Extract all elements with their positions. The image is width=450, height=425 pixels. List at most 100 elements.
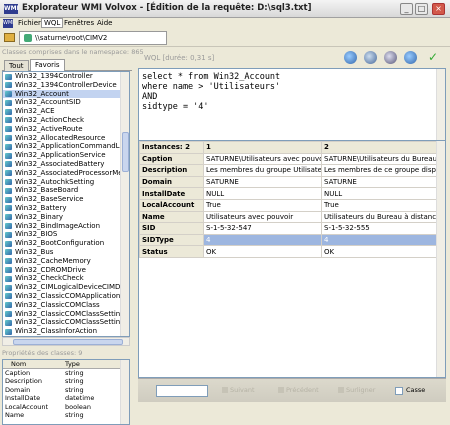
class-list-item[interactable]: Win32_ClassicCOMClass bbox=[3, 301, 121, 310]
menu-fichier[interactable]: Fichier bbox=[18, 19, 41, 27]
class-list[interactable]: Win32_1394Controller Win32_1394Controller… bbox=[2, 71, 130, 337]
class-list-item[interactable]: Win32_ClassicCOMClassSetting bbox=[3, 310, 125, 319]
result-cell[interactable]: NULL bbox=[321, 187, 440, 200]
column-nom[interactable]: Nom bbox=[11, 360, 26, 368]
result-cell[interactable]: 4 bbox=[321, 233, 440, 247]
class-list-item[interactable]: Win32_1394ControllerDevice bbox=[3, 81, 121, 90]
menu-fenetres[interactable]: Fenêtres bbox=[64, 19, 94, 27]
class-list-item[interactable]: Win32_Binary bbox=[3, 213, 121, 222]
column-type[interactable]: Type bbox=[65, 360, 80, 368]
refresh-icon[interactable] bbox=[364, 51, 377, 64]
properties-table[interactable]: Nom Type Caption string Description string D… bbox=[2, 359, 130, 425]
class-list-item[interactable]: Win32_AccountSID bbox=[3, 98, 121, 107]
class-list-item[interactable]: Win32_ActionCheck bbox=[3, 116, 121, 125]
class-list-item[interactable]: Win32_BindImageAction bbox=[3, 222, 121, 231]
result-cell[interactable]: Les membres du groupe Utilisateurs bbox=[203, 164, 322, 177]
property-row[interactable]: Description string bbox=[3, 377, 121, 385]
class-list-item[interactable]: Win32_ApplicationCommandLine bbox=[3, 142, 129, 151]
scroll-thumb[interactable] bbox=[122, 132, 129, 172]
class-list-item[interactable]: Win32_1394Controller bbox=[3, 72, 121, 81]
result-cell[interactable]: SATURNE\Utilisateurs du Bureau à bbox=[321, 152, 440, 166]
property-row[interactable]: LocalAccount boolean bbox=[3, 403, 121, 411]
results-row[interactable]: Description Les membres du groupe Utilisa… bbox=[139, 164, 440, 177]
class-list-item[interactable]: Win32_Battery bbox=[3, 204, 121, 213]
class-list-item[interactable]: Win32_AllocatedResource bbox=[3, 134, 121, 143]
class-list-item[interactable]: Win32_CacheMemory bbox=[3, 257, 121, 266]
check-icon[interactable]: ✓ bbox=[428, 51, 442, 64]
case-checkbox[interactable] bbox=[395, 387, 403, 395]
results-row[interactable]: SIDType 4 4 bbox=[139, 233, 440, 247]
class-list-item[interactable]: Win32_ACE bbox=[3, 107, 121, 116]
instance-column-1[interactable]: 1 bbox=[203, 141, 322, 154]
class-list-item[interactable]: Win32_BaseBoard bbox=[3, 186, 121, 195]
properties-scrollbar[interactable] bbox=[120, 360, 129, 424]
result-cell[interactable]: Utilisateurs avec pouvoir bbox=[203, 210, 322, 224]
results-grid[interactable]: Instances: 2 1 2 Caption SATURNE\Utilisat… bbox=[138, 140, 446, 378]
query-editor[interactable]: select * from Win32_Account where name >… bbox=[138, 68, 446, 145]
export-icon[interactable] bbox=[404, 51, 417, 64]
class-list-item[interactable]: Win32_BaseService bbox=[3, 195, 121, 204]
class-list-item[interactable]: Win32_CIMLogicalDeviceCIMDataFile bbox=[3, 283, 129, 292]
class-list-item[interactable]: Win32_CDROMDrive bbox=[3, 266, 121, 275]
class-list-scrollbar[interactable] bbox=[120, 72, 129, 336]
minimize-button[interactable]: _ bbox=[400, 3, 413, 15]
result-cell[interactable]: OK bbox=[203, 245, 322, 258]
results-scrollbar[interactable] bbox=[436, 141, 445, 377]
result-cell[interactable]: Les membres de ce groupe dispose bbox=[321, 164, 440, 177]
result-cell[interactable]: 4 bbox=[203, 233, 322, 247]
class-list-item[interactable]: Win32_ApplicationService bbox=[3, 151, 121, 160]
folder-icon[interactable] bbox=[4, 33, 15, 42]
property-row[interactable]: Name string bbox=[3, 411, 121, 419]
result-cell[interactable]: Utilisateurs du Bureau à distance bbox=[321, 210, 440, 224]
class-list-item[interactable]: Win32_BIOS bbox=[3, 230, 121, 239]
result-cell[interactable]: OK bbox=[321, 245, 440, 258]
results-row[interactable]: Name Utilisateurs avec pouvoir Utilisateur… bbox=[139, 210, 440, 224]
search-previous-button[interactable]: Précédent bbox=[278, 386, 319, 394]
result-cell[interactable]: True bbox=[203, 198, 322, 212]
class-list-hscrollbar[interactable] bbox=[2, 337, 130, 346]
result-cell[interactable]: S-1-5-32-547 bbox=[203, 222, 322, 235]
editor-scrollbar[interactable] bbox=[436, 69, 445, 144]
result-cell[interactable]: SATURNE bbox=[203, 175, 322, 189]
class-list-item[interactable]: Win32_ClassicCOMApplicationClasses bbox=[3, 292, 129, 301]
result-cell[interactable]: SATURNE bbox=[321, 175, 440, 189]
print-icon[interactable] bbox=[384, 51, 397, 64]
results-row[interactable]: Status OK OK bbox=[139, 245, 440, 258]
tab-favoris[interactable]: Favoris bbox=[30, 59, 65, 71]
tab-tout[interactable]: Tout bbox=[4, 60, 29, 71]
class-list-item[interactable]: Win32_AssociatedBattery bbox=[3, 160, 121, 169]
class-list-item[interactable]: Win32_CheckCheck bbox=[3, 274, 121, 283]
menu-aide[interactable]: Aide bbox=[97, 19, 112, 27]
class-list-item[interactable]: Win32_Bus bbox=[3, 248, 121, 257]
search-input[interactable] bbox=[156, 385, 208, 397]
property-row[interactable]: Caption string bbox=[3, 369, 121, 377]
close-button[interactable]: × bbox=[432, 3, 445, 15]
result-cell[interactable]: True bbox=[321, 198, 440, 212]
results-row[interactable]: SID S-1-5-32-547 S-1-5-32-555 bbox=[139, 222, 440, 235]
namespace-tab[interactable]: \\saturne\root\CIMV2 bbox=[19, 31, 167, 45]
search-next-button[interactable]: Suivant bbox=[222, 386, 255, 394]
run-query-icon[interactable] bbox=[344, 51, 357, 64]
results-row[interactable]: Domain SATURNE SATURNE bbox=[139, 175, 440, 189]
property-row[interactable]: Domain string bbox=[3, 386, 121, 394]
class-list-item[interactable]: Win32_AutochkSetting bbox=[3, 178, 121, 187]
results-row[interactable]: InstallDate NULL NULL bbox=[139, 187, 440, 200]
result-cell[interactable]: NULL bbox=[203, 187, 322, 200]
hscroll-thumb[interactable] bbox=[13, 339, 123, 345]
class-list-item[interactable]: Win32_ClassicCOMClassSettings bbox=[3, 318, 128, 327]
child-window-icon[interactable]: WMI bbox=[3, 19, 14, 28]
class-list-item[interactable]: Win32_AssociatedProcessorMemory bbox=[3, 169, 129, 178]
results-row[interactable]: Caption SATURNE\Utilisateurs avec pouvoir… bbox=[139, 152, 440, 166]
instance-column-2[interactable]: 2 bbox=[321, 141, 440, 154]
menu-wql[interactable]: WQL bbox=[41, 18, 64, 28]
results-row[interactable]: LocalAccount True True bbox=[139, 198, 440, 212]
class-list-item[interactable]: Win32_ActiveRoute bbox=[3, 125, 121, 134]
result-cell[interactable]: SATURNE\Utilisateurs avec pouvoir bbox=[203, 152, 322, 166]
result-cell[interactable]: S-1-5-32-555 bbox=[321, 222, 440, 235]
property-row[interactable]: InstallDate datetime bbox=[3, 394, 121, 402]
class-list-item[interactable]: Win32_Account bbox=[3, 89, 121, 99]
highlight-button[interactable]: Surligner bbox=[338, 386, 375, 394]
maximize-button[interactable]: □ bbox=[415, 3, 428, 15]
class-list-item[interactable]: Win32_ClassInforAction bbox=[3, 327, 121, 336]
class-list-item[interactable]: Win32_BootConfiguration bbox=[3, 239, 121, 248]
